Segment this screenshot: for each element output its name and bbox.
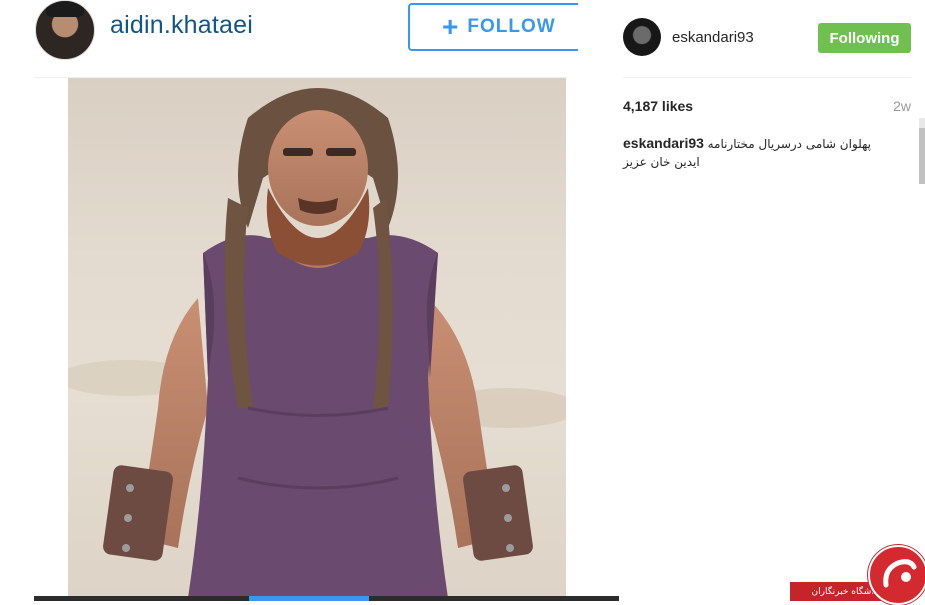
- likes-count[interactable]: 4,187 likes: [623, 98, 693, 114]
- post-photo-illustration: [68, 88, 566, 598]
- follow-button[interactable]: + FOLLOW: [408, 3, 578, 51]
- post-photo[interactable]: [68, 78, 566, 598]
- comments-scrollbar[interactable]: [919, 118, 925, 184]
- profile-header: aidin.khataei + FOLLOW: [0, 0, 578, 78]
- post-time[interactable]: 2w: [893, 98, 911, 114]
- author-username[interactable]: eskandari93: [672, 29, 754, 46]
- photo-bottom-strip: [34, 596, 619, 601]
- panel-divider: [623, 77, 911, 78]
- profile-username[interactable]: aidin.khataei: [110, 11, 253, 40]
- caption: eskandari93 پهلوان شامی درسریال مختارنام…: [623, 134, 898, 171]
- following-button[interactable]: Following: [818, 23, 911, 53]
- post-details-panel: eskandari93 Following 4,187 likes 2w esk…: [607, 0, 925, 601]
- caption-username[interactable]: eskandari93: [623, 135, 704, 151]
- plus-icon: +: [442, 11, 460, 42]
- profile-avatar[interactable]: [35, 0, 95, 60]
- yjc-logo-icon: [868, 545, 925, 605]
- follow-label: FOLLOW: [467, 16, 556, 37]
- author-avatar[interactable]: [623, 18, 661, 56]
